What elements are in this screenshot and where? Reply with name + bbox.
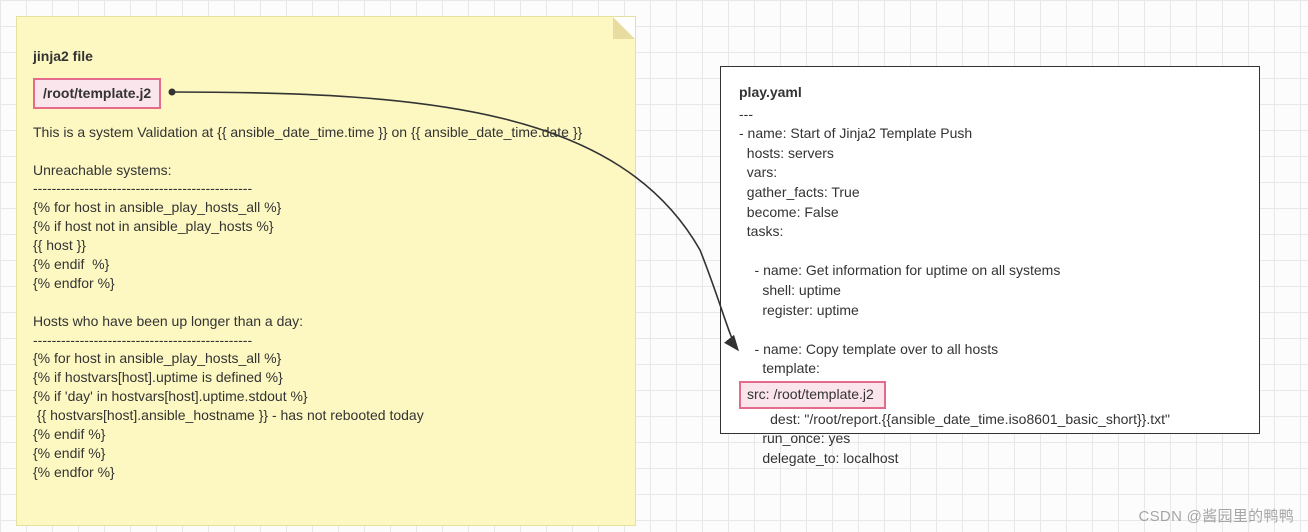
play-yaml-body-bottom: dest: "/root/report.{{ansible_date_time.…: [739, 410, 1241, 469]
jinja2-filepath-box: /root/template.j2: [33, 78, 161, 109]
jinja2-title: jinja2 file: [33, 47, 619, 66]
jinja2-note: jinja2 file /root/template.j2 This is a …: [16, 16, 636, 526]
play-yaml-body-top: --- - name: Start of Jinja2 Template Pus…: [739, 105, 1241, 379]
play-yaml-src-box: src: /root/template.j2: [739, 381, 886, 409]
play-yaml-title: play.yaml: [739, 83, 1241, 103]
play-yaml-panel: play.yaml --- - name: Start of Jinja2 Te…: [720, 66, 1260, 434]
jinja2-body: This is a system Validation at {{ ansibl…: [33, 123, 619, 482]
watermark-text: CSDN @酱园里的鸭鸭: [1139, 505, 1295, 526]
